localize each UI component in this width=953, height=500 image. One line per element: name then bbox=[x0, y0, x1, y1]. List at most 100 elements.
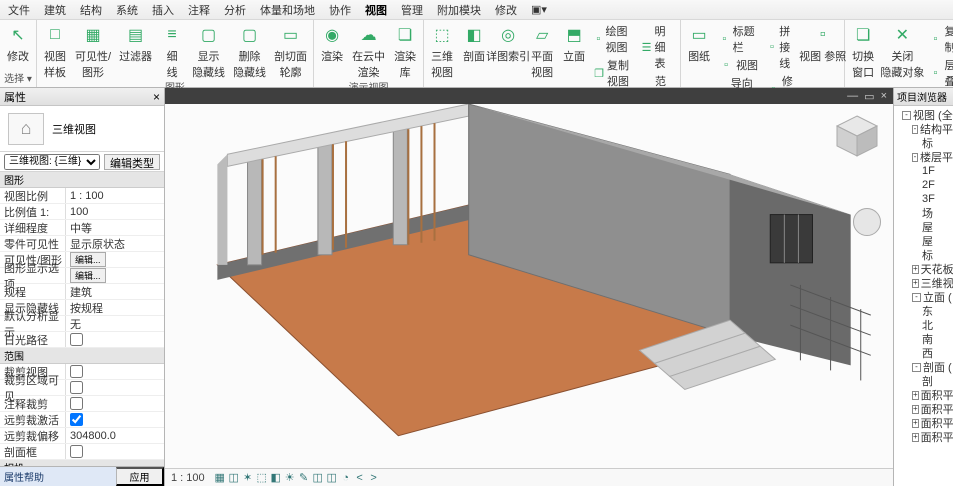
ribbon-button[interactable]: ❏切换 窗口 bbox=[849, 22, 877, 82]
viewbar-icon[interactable]: ⬚ bbox=[255, 470, 269, 484]
tree-node[interactable]: +天花板 bbox=[896, 262, 953, 276]
viewbar-icon[interactable]: ◧ bbox=[269, 470, 283, 484]
tree-expand-icon[interactable]: - bbox=[912, 153, 918, 162]
prop-checkbox[interactable] bbox=[70, 365, 83, 378]
menu-addin[interactable]: 附加模块 bbox=[437, 2, 481, 18]
ribbon-button[interactable]: ⬚三维 视图 bbox=[428, 22, 456, 82]
prop-edit-button[interactable]: 编辑... bbox=[70, 252, 106, 267]
ribbon-button[interactable]: ≡细 线 bbox=[158, 22, 186, 82]
menu-analyze[interactable]: 分析 bbox=[224, 2, 246, 18]
ribbon-button[interactable]: ▫绘图 视图 bbox=[592, 22, 635, 56]
tree-expand-icon[interactable]: + bbox=[912, 433, 919, 442]
menu-struct[interactable]: 结构 bbox=[80, 2, 102, 18]
tree-node[interactable]: 2F bbox=[896, 178, 953, 192]
prop-value[interactable] bbox=[66, 412, 164, 427]
ribbon-button[interactable]: □视图 样板 bbox=[41, 22, 69, 82]
ribbon-button[interactable]: ☰明细表 bbox=[640, 22, 676, 72]
ribbon-button[interactable]: ▭剖切面 轮廓 bbox=[272, 22, 309, 82]
prop-value[interactable]: 编辑... bbox=[66, 268, 164, 283]
ribbon-button[interactable]: ◎详图索引 bbox=[492, 22, 524, 66]
prop-checkbox[interactable] bbox=[70, 381, 83, 394]
menu-overflow[interactable]: ▣▾ bbox=[531, 3, 547, 16]
ribbon-button[interactable]: ▫复制 bbox=[928, 22, 953, 56]
tree-expand-icon[interactable]: - bbox=[912, 363, 921, 372]
tree-node[interactable]: -剖面 ( bbox=[896, 360, 953, 374]
viewport-min-icon[interactable]: — bbox=[847, 90, 858, 103]
prop-value[interactable] bbox=[66, 396, 164, 411]
ribbon-button[interactable]: ▦可见性/ 图形 bbox=[73, 22, 113, 82]
viewport-close-icon[interactable]: × bbox=[881, 90, 887, 103]
ribbon-button[interactable]: ▭图纸 bbox=[685, 22, 713, 66]
tree-node[interactable]: 南 bbox=[896, 332, 953, 346]
tree-expand-icon[interactable]: + bbox=[912, 405, 919, 414]
ribbon-button[interactable]: ⬒立面 bbox=[560, 22, 588, 66]
menu-modify[interactable]: 修改 bbox=[495, 2, 517, 18]
viewbar-icon[interactable]: ◔ bbox=[339, 471, 353, 485]
prop-value[interactable]: 显示原状态 bbox=[66, 236, 164, 251]
ribbon-button[interactable]: ▫视图 bbox=[717, 56, 762, 74]
tree-node[interactable]: -视图 (全 bbox=[896, 108, 953, 122]
tree-expand-icon[interactable]: + bbox=[912, 419, 919, 428]
properties-help-link[interactable]: 属性帮助 bbox=[0, 467, 116, 486]
menu-arch[interactable]: 建筑 bbox=[44, 2, 66, 18]
ribbon-button[interactable]: ▫拼接线 bbox=[766, 22, 801, 72]
tree-expand-icon[interactable]: + bbox=[912, 265, 919, 274]
tree-node[interactable]: 场 bbox=[896, 206, 953, 220]
tree-expand-icon[interactable]: - bbox=[912, 125, 918, 134]
ribbon-button[interactable]: ◉渲染 bbox=[318, 22, 346, 66]
ribbon-button[interactable]: ▫标题 栏 bbox=[717, 22, 762, 56]
viewport-max-icon[interactable]: ▭ bbox=[864, 90, 874, 103]
tree-node[interactable]: +面积平 bbox=[896, 430, 953, 444]
nav-wheel[interactable] bbox=[853, 208, 881, 236]
tree-expand-icon[interactable]: + bbox=[912, 391, 919, 400]
apply-button[interactable]: 应用 bbox=[116, 467, 164, 486]
tree-expand-icon[interactable]: + bbox=[912, 279, 919, 288]
edit-type-button[interactable]: 编辑类型 bbox=[104, 154, 160, 170]
tree-node[interactable]: 西 bbox=[896, 346, 953, 360]
ribbon-button[interactable]: ▱平面 视图 bbox=[528, 22, 556, 82]
tree-expand-icon[interactable]: - bbox=[902, 111, 911, 120]
type-selector-box[interactable]: ⌂ 三维视图 bbox=[0, 106, 164, 152]
prop-edit-button[interactable]: 编辑... bbox=[70, 268, 106, 283]
viewbar-icon[interactable]: < bbox=[353, 471, 367, 485]
menu-annot[interactable]: 注释 bbox=[188, 2, 210, 18]
prop-value[interactable]: 100 bbox=[66, 204, 164, 219]
prop-value[interactable] bbox=[66, 332, 164, 347]
ribbon-button[interactable]: ▫视图 参照 bbox=[805, 22, 840, 66]
tree-node[interactable]: 1F bbox=[896, 164, 953, 178]
prop-checkbox[interactable] bbox=[70, 397, 83, 410]
ribbon-button[interactable]: ✕关闭 隐藏对象 bbox=[881, 22, 923, 82]
tree-node[interactable]: 屋 bbox=[896, 220, 953, 234]
tree-node[interactable]: -立面 ( bbox=[896, 290, 953, 304]
viewbar-icon[interactable]: ✶ bbox=[241, 470, 255, 484]
menu-manage[interactable]: 管理 bbox=[401, 2, 423, 18]
prop-value[interactable]: 建筑 bbox=[66, 284, 164, 299]
tree-node[interactable]: +三维视 bbox=[896, 276, 953, 290]
viewcube[interactable] bbox=[833, 112, 881, 160]
tree-node[interactable]: +面积平 bbox=[896, 402, 953, 416]
ribbon-button[interactable]: ◧剖面 bbox=[460, 22, 488, 66]
viewbar-icon[interactable]: ▦ bbox=[213, 470, 227, 484]
prop-value[interactable]: 按规程 bbox=[66, 300, 164, 315]
tree-node[interactable]: -结构平 bbox=[896, 122, 953, 136]
menu-file[interactable]: 文件 bbox=[8, 2, 30, 18]
viewbar-icon[interactable]: ◫ bbox=[311, 470, 325, 484]
tree-node[interactable]: +面积平 bbox=[896, 416, 953, 430]
menu-insert[interactable]: 插入 bbox=[152, 2, 174, 18]
prop-value[interactable] bbox=[66, 364, 164, 379]
ribbon-button[interactable]: ❐复制 视图 bbox=[592, 56, 635, 90]
scene-3d[interactable] bbox=[165, 104, 893, 486]
viewbar-icon[interactable]: ☀ bbox=[283, 470, 297, 484]
ribbon-button[interactable]: ▤过滤器 bbox=[117, 22, 154, 66]
close-icon[interactable]: × bbox=[153, 90, 160, 104]
prop-value[interactable]: 中等 bbox=[66, 220, 164, 235]
menu-sys[interactable]: 系统 bbox=[116, 2, 138, 18]
prop-value[interactable]: 无 bbox=[66, 316, 164, 331]
tree-expand-icon[interactable]: - bbox=[912, 293, 921, 302]
prop-value[interactable]: 304800.0 bbox=[66, 428, 164, 443]
prop-value[interactable] bbox=[66, 380, 164, 395]
tree-node[interactable]: 标 bbox=[896, 248, 953, 262]
menu-collab[interactable]: 协作 bbox=[329, 2, 351, 18]
tree-node[interactable]: 东 bbox=[896, 304, 953, 318]
tree-node[interactable]: 屋 bbox=[896, 234, 953, 248]
